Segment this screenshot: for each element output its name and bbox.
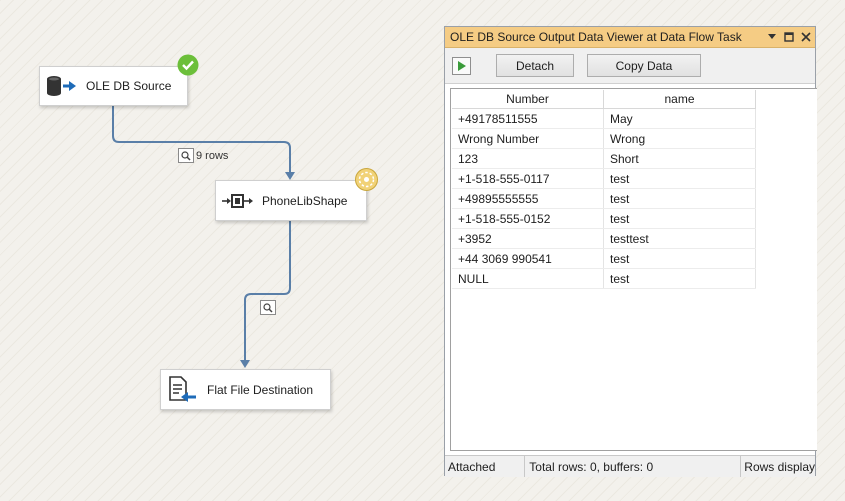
viewer-title: OLE DB Source Output Data Viewer at Data…: [450, 30, 742, 44]
table-row[interactable]: +49178511555 May: [452, 108, 756, 129]
column-header-number[interactable]: Number: [452, 90, 604, 109]
viewer-status-bar: Attached Total rows: 0, buffers: 0 Rows …: [445, 455, 815, 477]
data-table: Number name +49178511555 May Wrong Number…: [452, 90, 756, 289]
cell-name: Wrong: [603, 128, 756, 149]
detach-button[interactable]: Detach: [496, 54, 574, 77]
dropdown-arrow-icon[interactable]: [764, 29, 780, 45]
table-row[interactable]: +44 3069 990541 test: [452, 248, 756, 269]
flat-file-destination-icon: [165, 375, 199, 404]
cell-number: Wrong Number: [452, 128, 604, 149]
attach-status: Attached: [445, 456, 526, 477]
cell-number: 123: [452, 148, 604, 169]
flat-file-destination-node[interactable]: Flat File Destination: [160, 369, 331, 410]
table-row[interactable]: Wrong Number Wrong: [452, 128, 756, 149]
cell-number: +1-518-555-0117: [452, 168, 604, 189]
cell-name: May: [603, 108, 756, 129]
table-row[interactable]: +1-518-555-0117 test: [452, 168, 756, 189]
table-row[interactable]: NULL test: [452, 268, 756, 289]
column-header-name[interactable]: name: [603, 90, 756, 109]
cell-number: +3952: [452, 228, 604, 249]
running-wheel-icon: [355, 168, 378, 194]
data-viewer-magnifier-icon[interactable]: [178, 148, 194, 163]
cell-name: Short: [603, 148, 756, 169]
flow-path-source-to-transform: [112, 106, 291, 176]
play-button[interactable]: [452, 56, 471, 75]
play-icon: [458, 60, 466, 71]
row-count-label: 9 rows: [196, 149, 229, 162]
cell-number: +44 3069 990541: [452, 248, 604, 269]
viewer-toolbar: Detach Copy Data: [445, 48, 815, 84]
flow-path-label[interactable]: 9 rows: [178, 148, 228, 163]
table-row[interactable]: +3952 testtest: [452, 228, 756, 249]
transform-icon: [220, 187, 254, 215]
total-rows-status: Total rows: 0, buffers: 0: [525, 456, 742, 477]
cell-number: +49895555555: [452, 188, 604, 209]
data-grid[interactable]: Number name +49178511555 May Wrong Number…: [450, 88, 817, 451]
node-label: PhoneLibShape: [262, 193, 348, 208]
flow-path-transform-to-destination: [244, 221, 291, 364]
ole-db-source-node[interactable]: OLE DB Source: [39, 66, 188, 106]
cell-name: test: [603, 268, 756, 289]
maximize-icon[interactable]: [781, 29, 797, 45]
flow-arrowhead-2: [240, 360, 250, 368]
flow-path-label[interactable]: [260, 300, 278, 315]
cell-name: test: [603, 168, 756, 189]
phonelibshape-node[interactable]: PhoneLibShape: [215, 180, 367, 221]
cell-number: +1-518-555-0152: [452, 208, 604, 229]
node-label: Flat File Destination: [207, 382, 314, 397]
database-source-icon: [44, 72, 78, 100]
node-label: OLE DB Source: [86, 79, 172, 93]
cell-number: NULL: [452, 268, 604, 289]
success-check-icon: [177, 54, 199, 79]
rows-displayed-status: Rows display: [744, 459, 815, 474]
flow-arrowhead-1: [285, 172, 295, 180]
table-row[interactable]: +49895555555 test: [452, 188, 756, 209]
table-row[interactable]: +1-518-555-0152 test: [452, 208, 756, 229]
data-viewer-window[interactable]: OLE DB Source Output Data Viewer at Data…: [444, 26, 817, 477]
cell-name: test: [603, 188, 756, 209]
table-row[interactable]: 123 Short: [452, 148, 756, 169]
data-viewer-magnifier-icon[interactable]: [260, 300, 276, 315]
viewer-title-bar[interactable]: OLE DB Source Output Data Viewer at Data…: [445, 27, 815, 48]
cell-number: +49178511555: [452, 108, 604, 129]
cell-name: test: [603, 248, 756, 269]
cell-name: testtest: [603, 228, 756, 249]
copy-data-button[interactable]: Copy Data: [587, 54, 701, 77]
cell-name: test: [603, 208, 756, 229]
close-icon[interactable]: [798, 29, 814, 45]
